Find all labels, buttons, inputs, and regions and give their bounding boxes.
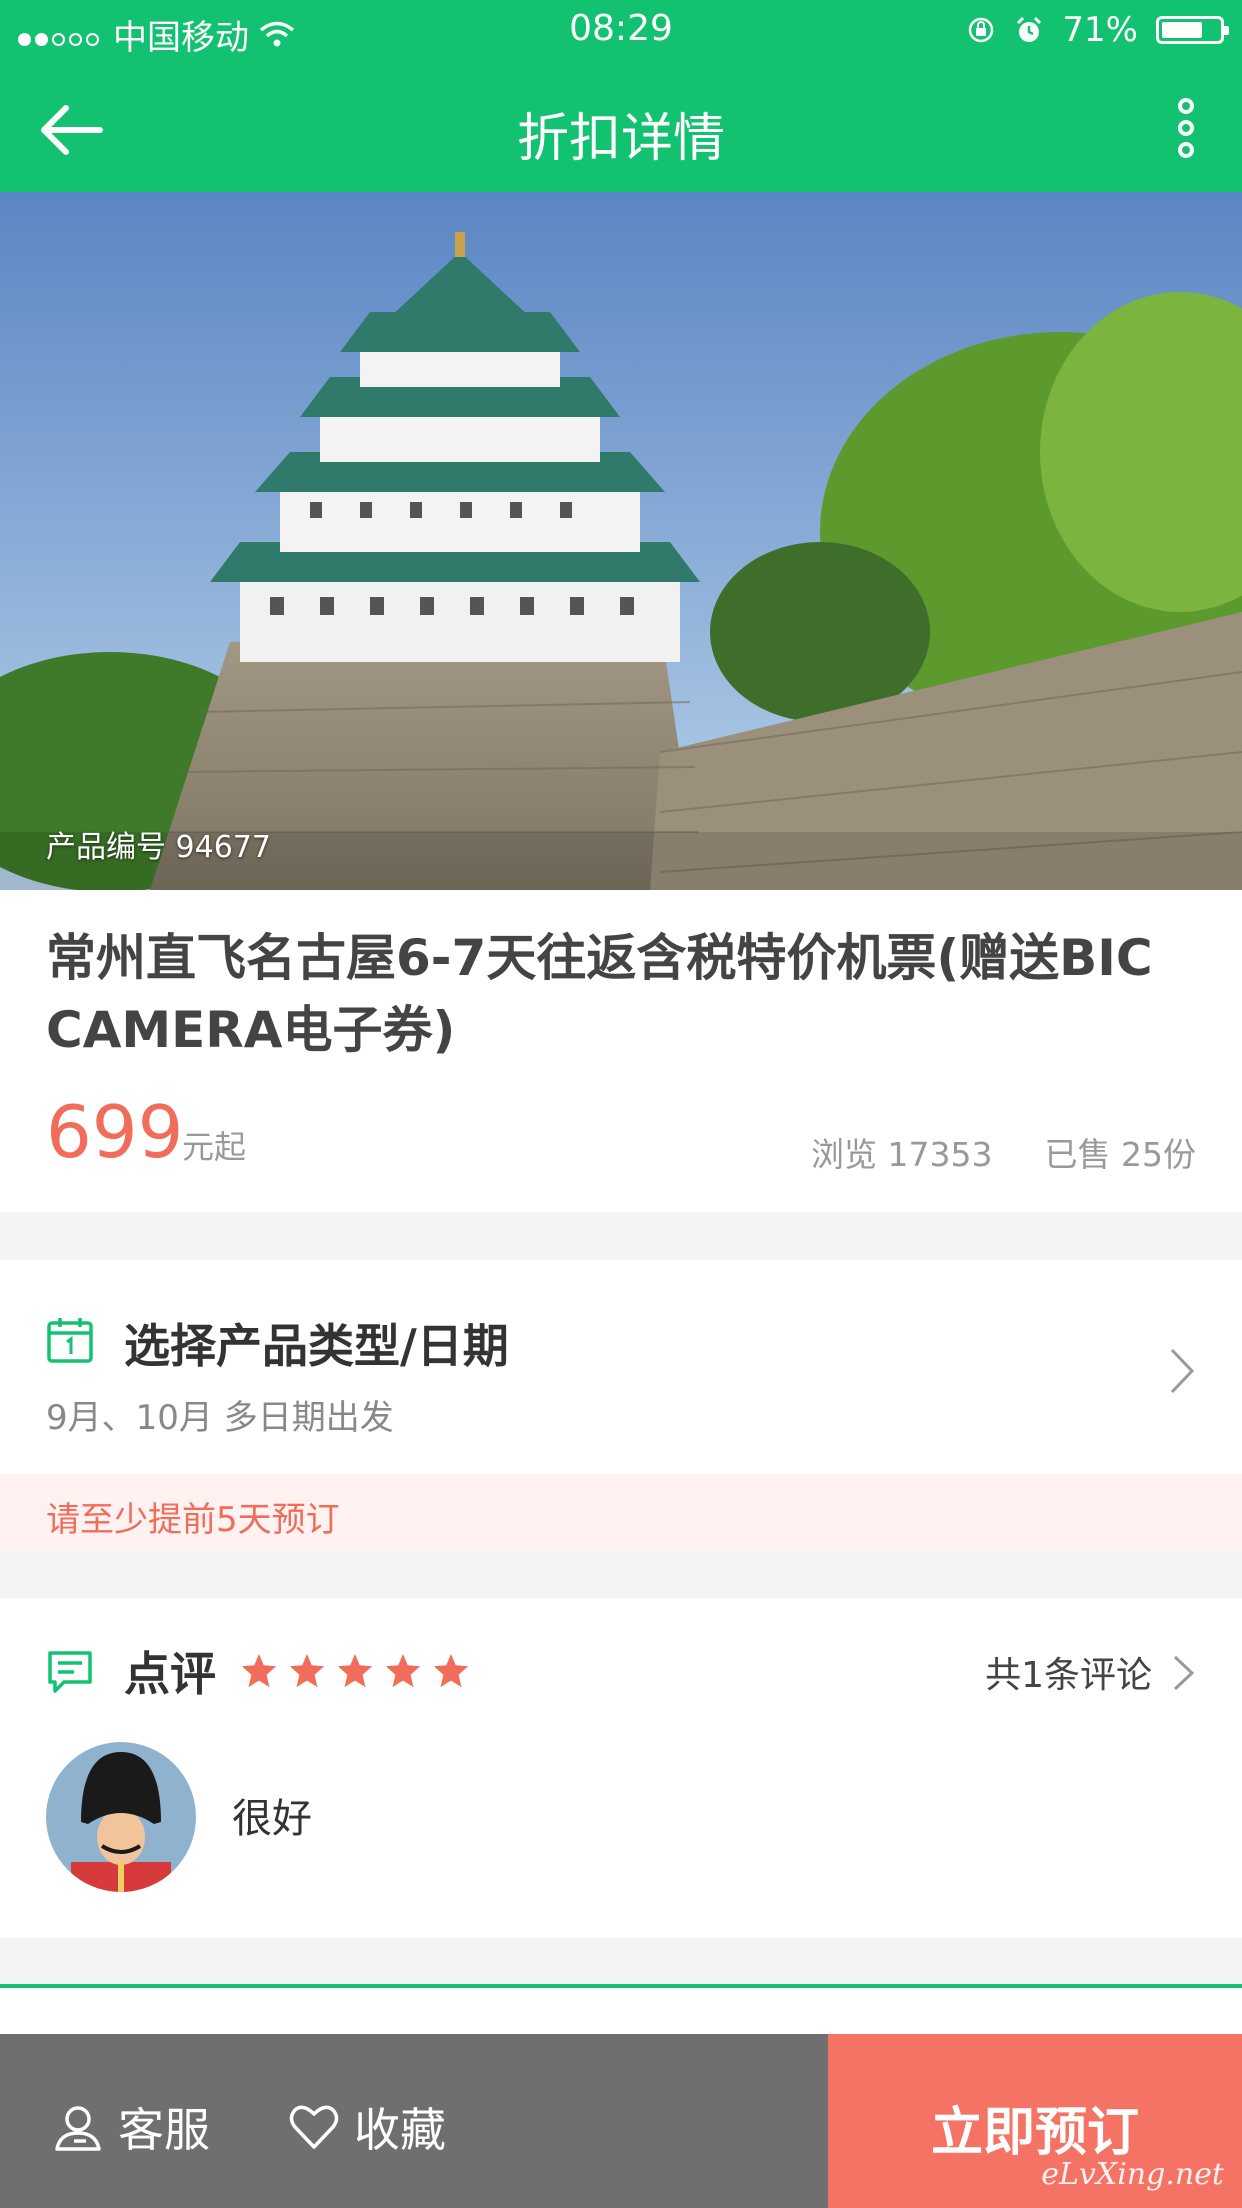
chevron-right-icon[interactable] [1172,1654,1196,1692]
bottom-action-bar: 客服 收藏 立即预订 eLvXing.net [0,2034,1242,2208]
product-code: 产品编号 94677 [46,830,271,865]
orientation-lock-icon [969,17,994,43]
bottom-left-actions: 客服 收藏 [0,2034,828,2208]
select-product-type-date[interactable]: 选择产品类型/日期 9月、10月 多日期出发 [0,1260,1242,1474]
star-icon [385,1653,421,1688]
review-label: 点评 [124,1647,216,1701]
calendar-icon [47,1318,93,1363]
customer-service-icon [55,2106,101,2151]
review-count-link[interactable]: 共1条评论 [985,1646,1152,1698]
alarm-icon [1017,16,1042,42]
price-unit: 元起 [182,1128,247,1166]
favorite-label: 收藏 [354,2103,446,2157]
battery-icon [1156,16,1229,44]
comment-bubble-icon [48,1651,92,1693]
favorite-button[interactable]: 收藏 [288,2094,446,2160]
product-info: 常州直飞名古屋6-7天往返含税特价机票(赠送BIC CAMERA电子券) 699… [0,890,1242,1212]
book-now-button[interactable]: 立即预订 eLvXing.net [828,2034,1242,2208]
review-section: 点评 共1条评论 很好 [0,1598,1242,1938]
star-rating [240,1652,470,1690]
customer-service-label: 客服 [118,2103,210,2157]
nav-bar: 折扣详情 [0,62,1242,192]
product-stats: 浏览 17353 已售 25份 [811,1128,1196,1176]
star-icon [289,1653,325,1688]
content-spacer [0,1988,1242,2034]
customer-service-button[interactable]: 客服 [52,2094,210,2160]
watermark-text: eLvXing.net [1041,2157,1224,2192]
product-hero-image[interactable]: 产品编号 94677 [0,192,1242,890]
star-icon [241,1653,277,1688]
product-price: 699 [46,1090,184,1174]
view-count: 浏览 17353 [811,1135,993,1174]
chevron-right-icon [1170,1348,1195,1394]
booking-notice: 请至少提前5天预订 [0,1474,1242,1550]
page-title: 折扣详情 [516,109,725,169]
departure-dates: 9月、10月 多日期出发 [46,1398,394,1438]
heart-icon [289,2105,339,2149]
battery-percent: 71% [1062,10,1138,50]
avatar [46,1742,196,1892]
sold-count: 已售 25份 [1044,1135,1196,1174]
vertical-dots-icon[interactable] [1166,96,1206,160]
review-comment: 很好 [232,1796,312,1842]
castle-photo [0,192,1242,890]
guard-avatar-icon [46,1742,196,1892]
star-icon [433,1653,469,1688]
product-title: 常州直飞名古屋6-7天往返含税特价机票(赠送BIC CAMERA电子券) [46,929,1153,1059]
status-bar: 中国移动 08:29 71% [0,0,1242,62]
select-label: 选择产品类型/日期 [124,1319,509,1373]
star-icon [337,1653,373,1688]
book-now-label: 立即预订 [930,2103,1139,2163]
notice-text: 请至少提前5天预订 [46,1500,340,1540]
